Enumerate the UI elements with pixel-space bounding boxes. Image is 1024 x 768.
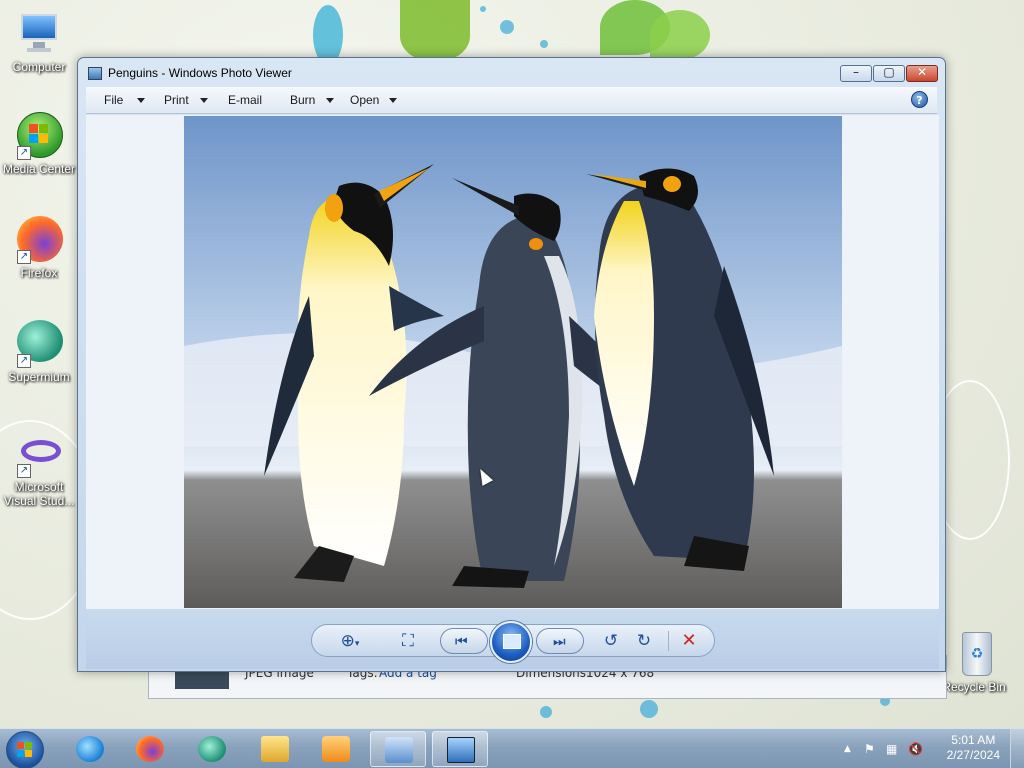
clock-time: 5:01 AM: [951, 733, 996, 747]
chevron-down-icon[interactable]: [200, 98, 208, 103]
wallpaper-dot: [540, 706, 552, 718]
wallpaper-dot: [480, 6, 486, 12]
close-icon: ✕: [916, 65, 928, 79]
media-player-icon: [322, 736, 350, 762]
slideshow-icon: [503, 634, 521, 649]
photo-viewer-window[interactable]: Penguins - Windows Photo Viewer – ▢ ✕ Fi…: [77, 57, 946, 672]
wallpaper-dot: [540, 40, 548, 48]
network-icon[interactable]: ▦: [886, 742, 900, 756]
zoom-icon: ⊕: [340, 631, 355, 651]
next-button[interactable]: ⏭: [536, 628, 584, 654]
penguins-photo: [184, 116, 842, 608]
wallpaper-leaf: [400, 0, 470, 60]
firefox-icon: ↗: [15, 216, 63, 264]
desktop-icon-supermium[interactable]: ↗ Supermium: [0, 320, 78, 384]
chevron-down-icon: ▾: [354, 639, 360, 649]
firefox-icon: [136, 736, 164, 762]
fit-to-window-button[interactable]: ⛶: [394, 628, 422, 654]
image-canvas[interactable]: [86, 115, 939, 609]
zoom-button[interactable]: ⊕▾: [336, 628, 364, 654]
taskbar: ▲ ⚑ ▦ 🔇 5:01 AM 2/27/2024: [0, 728, 1024, 768]
menu-print[interactable]: Print: [164, 93, 189, 107]
windows-logo-icon: [17, 742, 33, 758]
recycle-bin-icon: ♻: [950, 630, 998, 678]
supermium-icon: ↗: [15, 320, 63, 368]
chevron-down-icon[interactable]: [326, 98, 334, 103]
delete-button[interactable]: ✕: [675, 628, 703, 654]
clock-date: 2/27/2024: [946, 748, 1000, 762]
title-bar[interactable]: Penguins - Windows Photo Viewer – ▢ ✕: [78, 58, 945, 88]
wallpaper-dot: [500, 20, 514, 34]
control-panel-icon: [385, 737, 413, 763]
photo-viewer-icon: [88, 67, 102, 80]
volume-muted-icon[interactable]: 🔇: [908, 742, 923, 756]
desktop-icon-visual-studio[interactable]: ↗ Microsoft Visual Stud...: [0, 430, 78, 508]
taskbar-photo-viewer[interactable]: [432, 731, 488, 767]
shortcut-arrow-icon: ↗: [17, 464, 31, 478]
rotate-clockwise-icon: ↻: [636, 631, 652, 651]
wallpaper-leaf: [313, 5, 343, 65]
desktop-icon-label: Supermium: [8, 370, 70, 384]
clock[interactable]: 5:01 AM 2/27/2024: [947, 733, 1000, 763]
maximize-button[interactable]: ▢: [873, 65, 905, 82]
menu-email[interactable]: E-mail: [228, 93, 262, 107]
menu-file[interactable]: File: [104, 93, 123, 107]
maximize-icon: ▢: [883, 65, 895, 79]
help-button[interactable]: ?: [911, 91, 928, 108]
system-tray: ▲ ⚑ ▦ 🔇 5:01 AM 2/27/2024: [834, 729, 1024, 768]
taskbar-media-player[interactable]: [308, 731, 364, 767]
taskbar-supermium[interactable]: [184, 731, 240, 767]
desktop-icon-label: Media Center: [2, 162, 76, 176]
chevron-down-icon[interactable]: [389, 98, 397, 103]
computer-icon: [15, 10, 63, 58]
delete-icon: ✕: [681, 630, 697, 651]
toolbar-separator: [668, 631, 669, 651]
shortcut-arrow-icon: ↗: [17, 146, 31, 160]
window-title: Penguins - Windows Photo Viewer: [108, 66, 292, 80]
minimize-icon: –: [853, 65, 859, 79]
photo-viewer-icon: [447, 737, 475, 763]
previous-icon: ⏮: [455, 634, 468, 650]
menu-burn[interactable]: Burn: [290, 93, 315, 107]
visual-studio-icon: ↗: [15, 430, 63, 478]
media-center-icon: ↗: [15, 112, 63, 160]
slideshow-button[interactable]: [490, 621, 532, 663]
file-explorer-icon: [261, 736, 289, 762]
taskbar-firefox[interactable]: [122, 731, 178, 767]
desktop-icon-label: Microsoft Visual Stud...: [3, 480, 75, 508]
wallpaper-dot: [640, 700, 658, 718]
action-center-flag-icon[interactable]: ⚑: [864, 742, 878, 756]
taskbar-control-panel[interactable]: [370, 731, 426, 767]
taskbar-internet-explorer[interactable]: [62, 731, 118, 767]
close-button[interactable]: ✕: [906, 65, 938, 82]
previous-button[interactable]: ⏮: [440, 628, 488, 654]
internet-explorer-icon: [76, 736, 104, 762]
chevron-down-icon[interactable]: [137, 98, 145, 103]
wallpaper-leaf: [650, 10, 710, 60]
taskbar-file-explorer[interactable]: [247, 731, 303, 767]
desktop-icon-label: Firefox: [20, 266, 58, 280]
rotate-counterclockwise-button[interactable]: ↺: [597, 628, 625, 654]
viewer-toolbar: ⊕▾ ⛶ ⏮ ⏭ ↺ ↻ ✕: [86, 609, 939, 669]
next-icon: ⏭: [553, 634, 566, 650]
shortcut-arrow-icon: ↗: [17, 250, 31, 264]
rotate-clockwise-button[interactable]: ↻: [630, 628, 658, 654]
caption-buttons: – ▢ ✕: [839, 65, 938, 82]
toolbar-pill: ⊕▾ ⛶ ⏮ ⏭ ↺ ↻ ✕: [311, 621, 715, 663]
desktop-icon-label: Computer: [12, 60, 66, 74]
show-desktop-button[interactable]: [1010, 729, 1024, 768]
supermium-icon: [198, 736, 226, 762]
minimize-button[interactable]: –: [840, 65, 872, 82]
shortcut-arrow-icon: ↗: [17, 354, 31, 368]
desktop-icon-computer[interactable]: Computer: [0, 10, 78, 74]
start-button[interactable]: [6, 731, 44, 768]
fit-to-window-icon: ⛶: [402, 631, 414, 651]
desktop-icon-firefox[interactable]: ↗ Firefox: [0, 216, 78, 280]
menu-open[interactable]: Open: [350, 93, 379, 107]
rotate-counterclockwise-icon: ↺: [603, 631, 619, 651]
menu-bar: File Print E-mail Burn Open ?: [86, 87, 937, 114]
desktop-icon-media-center[interactable]: ↗ Media Center: [0, 112, 78, 176]
show-hidden-icons-icon[interactable]: ▲: [844, 742, 858, 756]
